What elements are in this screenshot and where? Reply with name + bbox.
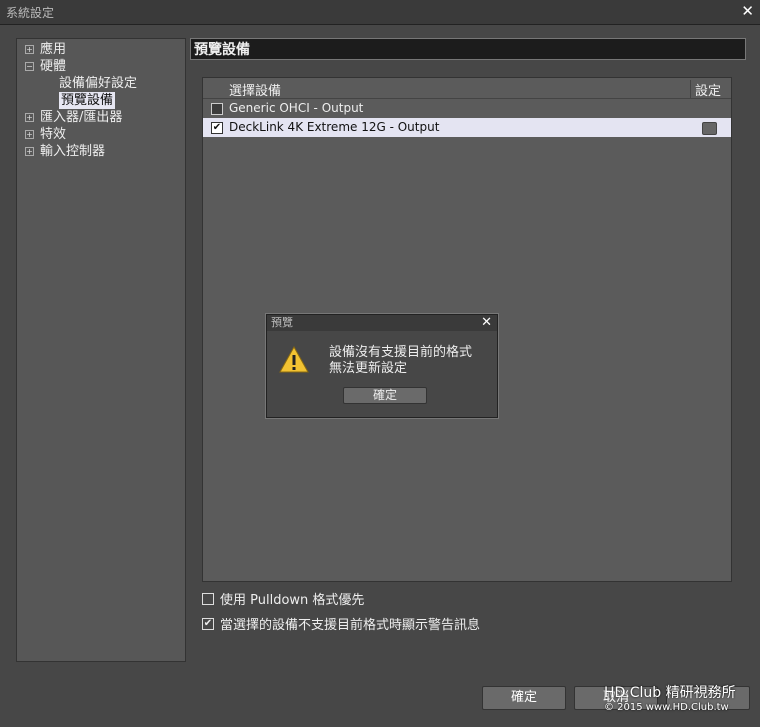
tree-label: 輸入控制器 (40, 144, 106, 159)
tree-item-application[interactable]: + 應用 (25, 41, 137, 58)
tree-label: 匯入器/匯出器 (40, 110, 123, 125)
dialog-close-icon[interactable]: ✕ (481, 315, 492, 331)
close-icon[interactable]: ✕ (741, 2, 754, 20)
expand-icon[interactable]: + (25, 113, 34, 122)
settings-tree: + 應用 − 硬體 設備偏好設定 預覽設備 + 匯入器/匯出器 + 特效 + 輸入控制器 (16, 38, 186, 662)
tree-item-hardware[interactable]: − 硬體 (25, 58, 137, 75)
list-item[interactable]: Generic OHCI - Output (203, 99, 731, 118)
option-label: 使用 Pulldown 格式優先 (220, 593, 365, 608)
list-item[interactable]: ✔ DeckLink 4K Extreme 12G - Output (203, 118, 731, 137)
tree-item-device-preferences[interactable]: 設備偏好設定 (25, 75, 137, 92)
checkbox[interactable]: ✔ (202, 617, 214, 630)
tree-label: 硬體 (40, 59, 67, 74)
column-settings[interactable]: 設定 (689, 80, 721, 99)
dialog-ok-button[interactable]: 確定 (343, 387, 427, 404)
tree-item-importer-exporter[interactable]: + 匯入器/匯出器 (25, 109, 137, 126)
device-label: Generic OHCI - Output (229, 101, 364, 115)
device-checkbox[interactable] (211, 103, 223, 115)
ok-button[interactable]: 確定 (482, 686, 566, 710)
window-title: 系統設定 (6, 6, 55, 20)
panel-title: 預覽設備 (190, 38, 746, 60)
tree-item-preview-device[interactable]: 預覽設備 (25, 92, 137, 109)
tree-item-input-controller[interactable]: + 輸入控制器 (25, 143, 137, 160)
apply-button[interactable] (666, 686, 750, 710)
tree-label: 設備偏好設定 (59, 76, 138, 91)
warning-icon (279, 345, 309, 373)
checkbox[interactable] (202, 592, 214, 605)
collapse-icon[interactable]: − (25, 62, 34, 71)
expand-icon[interactable]: + (25, 45, 34, 54)
dialog-title: 預覽 (271, 316, 293, 329)
device-label: DeckLink 4K Extreme 12G - Output (229, 120, 440, 134)
message-line: 設備沒有支援目前的格式 (329, 345, 473, 360)
device-checkbox[interactable]: ✔ (211, 122, 223, 134)
column-select-device[interactable]: 選擇設備 (229, 80, 281, 99)
dialog-message: 設備沒有支援目前的格式 無法更新設定 (329, 345, 472, 377)
message-line: 無法更新設定 (329, 361, 408, 376)
tree-item-effects[interactable]: + 特效 (25, 126, 137, 143)
expand-icon[interactable]: + (25, 130, 34, 139)
expand-icon[interactable]: + (25, 147, 34, 156)
option-label: 當選擇的設備不支援目前格式時顯示警告訊息 (220, 618, 481, 633)
device-settings-icon[interactable] (702, 122, 717, 135)
option-pulldown[interactable]: 使用 Pulldown 格式優先 (202, 589, 364, 608)
title-bar: 系統設定 ✕ (0, 0, 760, 25)
option-show-warning[interactable]: ✔ 當選擇的設備不支援目前格式時顯示警告訊息 (202, 614, 480, 633)
tree-label: 應用 (40, 42, 67, 57)
cancel-button[interactable]: 取消 (574, 686, 658, 710)
warning-dialog: 預覽 ✕ 設備沒有支援目前的格式 無法更新設定 確定 (265, 313, 499, 419)
dialog-title-bar: 預覽 ✕ (267, 315, 497, 331)
tree-label: 預覽設備 (59, 92, 116, 109)
tree-label: 特效 (40, 127, 67, 142)
list-header: 選擇設備 設定 (203, 78, 731, 99)
